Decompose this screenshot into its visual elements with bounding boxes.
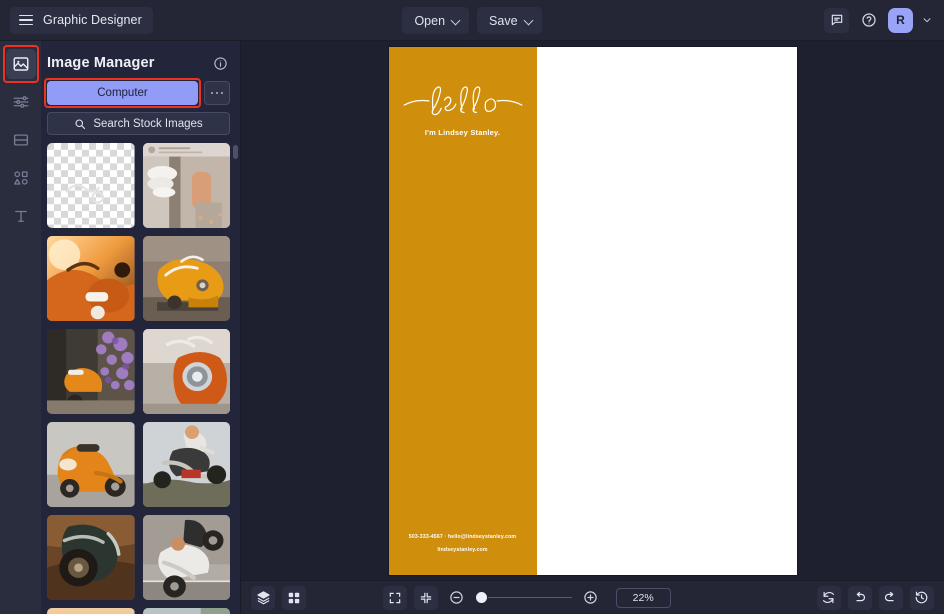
expand-frame-icon[interactable] [382,585,407,610]
list-item[interactable] [142,236,230,321]
comment-icon[interactable] [824,7,849,33]
info-circle-icon[interactable] [213,56,228,71]
list-item[interactable] [142,422,230,507]
hello-script-artwork [402,85,523,115]
chevron-down-icon [525,16,533,24]
undo-arrow-icon[interactable] [847,585,872,610]
plus-circle-icon[interactable] [579,586,603,610]
list-item[interactable] [142,329,230,414]
app-menu-button[interactable]: Graphic Designer [10,6,153,34]
avatar-chevron-down-icon[interactable] [920,15,934,25]
document-left-panel: I'm Lindsey Stanley. 503-333-4567 · hell… [388,46,537,575]
refresh-icon[interactable] [816,585,841,610]
ellipsis-icon[interactable] [204,81,230,105]
image-manager-panel: Image Manager Computer Search Stock Imag… [41,41,241,614]
layers-icon[interactable] [251,585,275,610]
sidebar-item-images[interactable] [5,49,36,79]
list-item[interactable] [47,236,135,321]
computer-source-button[interactable]: Computer [47,81,198,105]
minus-circle-icon[interactable] [445,586,469,610]
open-menu-label: Open [414,13,446,28]
tool-rail [0,41,41,614]
document-subtitle: I'm Lindsey Stanley. [424,127,501,137]
sidebar-item-layouts[interactable] [6,125,36,155]
collapse-arrows-icon[interactable] [413,585,438,610]
panel-scrollbar[interactable] [233,145,238,614]
zoom-level-input[interactable]: 22% [615,587,671,608]
list-item[interactable] [47,515,135,600]
sidebar-item-text[interactable] [6,201,36,231]
hamburger-icon [19,14,33,26]
avatar[interactable]: R [888,7,913,33]
open-menu-button[interactable]: Open [402,7,470,34]
list-item[interactable] [47,422,135,507]
search-stock-images-button[interactable]: Search Stock Images [47,112,230,135]
list-item[interactable] [142,515,230,600]
list-item[interactable] [47,608,135,614]
page-title: Image Manager [47,55,155,71]
chevron-down-icon [452,16,460,24]
list-item[interactable] [47,329,135,414]
document-right-panel [536,46,797,575]
computer-button-wrap: Computer [44,78,201,108]
top-bar: Graphic Designer Open Save R [0,0,944,41]
grid-icon[interactable] [282,585,306,610]
history-controls [816,585,934,610]
thumbnail-grid [41,143,240,614]
panel-header: Image Manager [41,47,240,79]
history-clock-icon[interactable] [909,585,934,610]
zoom-slider-track [475,596,572,599]
zoom-slider-handle[interactable] [475,592,487,603]
save-menu-label: Save [489,13,518,28]
app-root: Graphic Designer Open Save R Image Manag… [0,0,944,614]
document-canvas[interactable]: I'm Lindsey Stanley. 503-333-4567 · hell… [388,46,797,575]
top-right-actions: R [824,7,934,33]
list-item[interactable] [142,143,230,228]
help-circle-icon[interactable] [856,8,881,33]
canvas-stage[interactable]: I'm Lindsey Stanley. 503-333-4567 · hell… [241,41,944,580]
document-footer-website: lindseystanley.com [437,546,488,553]
main-body: Image Manager Computer Search Stock Imag… [0,41,944,614]
list-item[interactable] [142,608,230,614]
canvas-area: I'm Lindsey Stanley. 503-333-4567 · hell… [241,41,944,614]
save-menu-button[interactable]: Save [477,7,542,34]
sidebar-item-adjustments[interactable] [6,87,36,117]
redo-arrow-icon[interactable] [878,585,903,610]
search-row: Search Stock Images [41,105,240,143]
app-title: Graphic Designer [43,13,142,27]
panel-source-actions: Computer [41,78,240,108]
zoom-slider[interactable] [475,591,572,605]
document-footer: 503-333-4567 · hello@lindseystanley.com … [389,534,537,553]
sidebar-item-shapes[interactable] [6,163,36,193]
search-stock-images-label: Search Stock Images [93,117,203,130]
document-footer-contact: 503-333-4567 · hello@lindseystanley.com [408,533,517,540]
bottom-bar: 22% [241,580,944,614]
panel-scrollbar-thumb[interactable] [233,145,238,159]
hello-block: I'm Lindsey Stanley. [401,82,525,137]
list-item[interactable] [47,143,135,228]
zoom-controls: 22% [382,585,671,610]
